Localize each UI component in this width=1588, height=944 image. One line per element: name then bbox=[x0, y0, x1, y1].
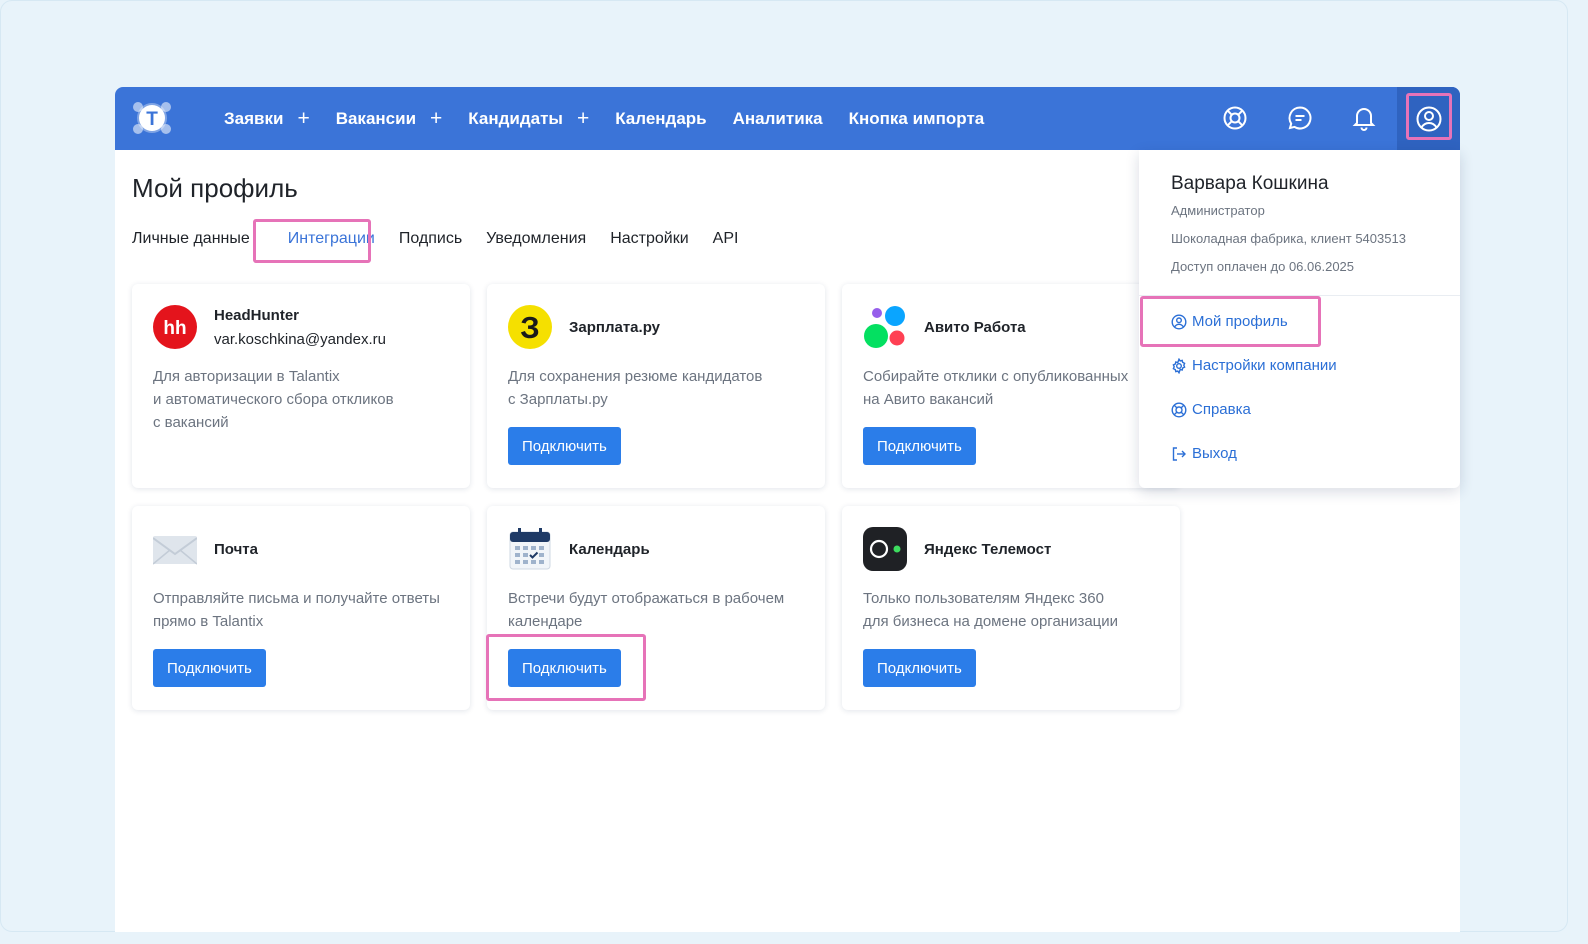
integration-card-calendar: Календарь Встречи будут отображаться в р… bbox=[487, 506, 825, 710]
integration-title: Почта bbox=[214, 541, 258, 558]
integration-description: Для авторизации в Talantix и автоматичес… bbox=[153, 368, 394, 431]
add-request-plus-icon[interactable]: + bbox=[297, 108, 309, 129]
user-circle-icon bbox=[1171, 313, 1187, 330]
page-title: Мой профиль bbox=[132, 173, 298, 203]
menu-item-my-profile[interactable]: Мой профиль bbox=[1171, 313, 1288, 330]
menu-item-logout[interactable]: Выход bbox=[1171, 445, 1237, 462]
access-paid-until: Доступ оплачен до 06.06.2025 bbox=[1171, 259, 1355, 274]
mail-icon bbox=[152, 527, 198, 571]
integration-card-avito: Авито Работа Собирайте отклики с опублик… bbox=[842, 284, 1180, 488]
talantix-logo[interactable]: T bbox=[131, 97, 173, 139]
user-company: Шоколадная фабрика, клиент 5403513 bbox=[1171, 231, 1406, 246]
profile-menu-button[interactable] bbox=[1397, 87, 1460, 150]
integration-card-mail: Почта Отправляйте письма и получайте отв… bbox=[132, 506, 470, 710]
connect-calendar-button[interactable]: Подключить bbox=[508, 649, 621, 687]
menu-divider bbox=[1139, 295, 1460, 296]
integration-title: Яндекс Телемост bbox=[924, 541, 1052, 558]
calendar-icon bbox=[508, 527, 552, 571]
chat-icon[interactable] bbox=[1282, 100, 1318, 136]
telemost-logo bbox=[863, 527, 907, 571]
profile-tabs: Личные данные Интеграции Подпись Уведомл… bbox=[132, 230, 762, 248]
nav-item-analytics[interactable]: Аналитика bbox=[733, 109, 823, 129]
lifebuoy-icon bbox=[1171, 401, 1187, 418]
zarplata-logo: З bbox=[508, 305, 552, 349]
nav-item-label[interactable]: Кнопка импорта bbox=[849, 109, 985, 129]
integration-title: HeadHunter bbox=[214, 307, 300, 324]
user-name: Варвара Кошкина bbox=[1171, 173, 1329, 194]
top-navigation-bar: T Заявки + Вакансии + Кандидаты + Календ… bbox=[115, 87, 1460, 150]
integration-description: Собирайте отклики с опубликованных на Ав… bbox=[863, 368, 1129, 408]
integration-description: Отправляйте письма и получайте ответы пр… bbox=[153, 590, 440, 630]
menu-item-label[interactable]: Выход bbox=[1192, 445, 1237, 462]
integration-card-telemost: Яндекс Телемост Только пользователям Янд… bbox=[842, 506, 1180, 710]
integration-card-headhunter: hh HeadHunter var.koschkina@yandex.ru Дл… bbox=[132, 284, 470, 488]
nav-item-requests[interactable]: Заявки + bbox=[224, 108, 310, 129]
help-lifebuoy-icon[interactable] bbox=[1217, 100, 1253, 136]
integration-title: Авито Работа bbox=[924, 319, 1026, 336]
user-circle-icon bbox=[1416, 106, 1441, 131]
nav-item-label[interactable]: Вакансии bbox=[336, 109, 416, 129]
integration-description: Для сохранения резюме кандидатов с Зарпл… bbox=[508, 368, 763, 408]
tab-signature[interactable]: Подпись bbox=[399, 230, 462, 248]
connect-telemost-button[interactable]: Подключить bbox=[863, 649, 976, 687]
integration-title: Календарь bbox=[569, 541, 650, 558]
nav-item-candidates[interactable]: Кандидаты + bbox=[468, 108, 589, 129]
profile-dropdown-menu: Варвара Кошкина Администратор Шоколадная… bbox=[1139, 150, 1460, 488]
integration-account-email: var.koschkina@yandex.ru bbox=[214, 331, 386, 348]
nav-item-label[interactable]: Календарь bbox=[615, 109, 706, 129]
bell-icon[interactable] bbox=[1346, 100, 1382, 136]
nav-item-label[interactable]: Заявки bbox=[224, 109, 283, 129]
integration-description: Только пользователям Яндекс 360 для бизн… bbox=[863, 590, 1119, 630]
integration-card-zarplata: З Зарплата.ру Для сохранения резюме канд… bbox=[487, 284, 825, 488]
add-candidate-plus-icon[interactable]: + bbox=[577, 108, 589, 129]
logout-icon bbox=[1172, 446, 1186, 461]
nav-item-import-button[interactable]: Кнопка импорта bbox=[849, 109, 985, 129]
connect-avito-button[interactable]: Подключить bbox=[863, 427, 976, 465]
svg-text:hh: hh bbox=[163, 318, 186, 339]
tab-personal-data[interactable]: Личные данные bbox=[132, 230, 250, 248]
headhunter-logo: hh bbox=[153, 305, 197, 349]
connect-zarplata-button[interactable]: Подключить bbox=[508, 427, 621, 465]
svg-text:T: T bbox=[146, 109, 158, 130]
nav-item-label[interactable]: Аналитика bbox=[733, 109, 823, 129]
gear-icon bbox=[1172, 357, 1186, 374]
integration-title: Зарплата.ру bbox=[569, 319, 660, 336]
tab-notifications[interactable]: Уведомления bbox=[486, 230, 586, 248]
svg-text:З: З bbox=[520, 310, 539, 345]
menu-item-help[interactable]: Справка bbox=[1171, 401, 1251, 418]
connect-mail-button[interactable]: Подключить bbox=[153, 649, 266, 687]
menu-item-label[interactable]: Мой профиль bbox=[1192, 313, 1288, 330]
nav-item-label[interactable]: Кандидаты bbox=[468, 109, 563, 129]
tab-integrations[interactable]: Интеграции bbox=[288, 230, 375, 248]
menu-item-label[interactable]: Справка bbox=[1192, 401, 1251, 418]
tab-settings[interactable]: Настройки bbox=[610, 230, 688, 248]
menu-item-label[interactable]: Настройки компании bbox=[1192, 357, 1337, 374]
user-role: Администратор bbox=[1171, 203, 1265, 218]
avito-logo bbox=[863, 305, 907, 349]
add-vacancy-plus-icon[interactable]: + bbox=[430, 108, 442, 129]
menu-item-company-settings[interactable]: Настройки компании bbox=[1171, 357, 1337, 374]
main-nav: Заявки + Вакансии + Кандидаты + Календар… bbox=[224, 87, 1010, 150]
integration-description: Встречи будут отображаться в рабочем кал… bbox=[508, 590, 785, 630]
tab-api[interactable]: API bbox=[713, 230, 739, 248]
nav-item-calendar[interactable]: Календарь bbox=[615, 109, 706, 129]
nav-item-vacancies[interactable]: Вакансии + bbox=[336, 108, 443, 129]
